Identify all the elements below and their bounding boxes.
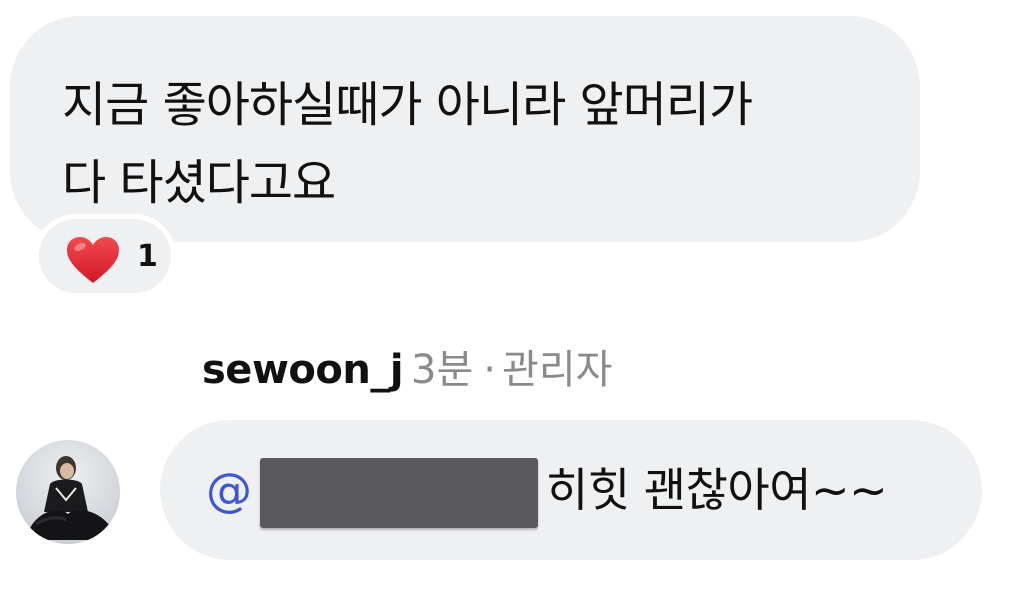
reply-bubble[interactable]: @ 히힛 괜찮아여~~	[160, 420, 982, 560]
redacted-username-block	[260, 458, 538, 528]
mention-prefix[interactable]: @	[206, 456, 252, 524]
comment-thread: 지금 좋아하실때가 아니라 앞머리가 다 타셨다고요 1 sewoon_j 3분 ·…	[0, 0, 1024, 614]
avatar-image	[16, 440, 120, 544]
reaction-count: 1	[137, 239, 158, 274]
comment-bubble[interactable]: 지금 좋아하실때가 아니라 앞머리가 다 타셨다고요	[10, 16, 920, 242]
reply-timestamp: 3분	[411, 347, 474, 393]
reply-meta: sewoon_j 3분 · 관리자	[202, 340, 612, 400]
reply-role-badge: 관리자	[502, 347, 613, 393]
heart-icon	[67, 237, 119, 283]
reply-text: 히힛 괜찮아여~~	[546, 463, 888, 517]
meta-separator: ·	[483, 347, 497, 393]
comment-text: 지금 좋아하실때가 아니라 앞머리가 다 타셨다고요	[62, 77, 753, 211]
user-avatar[interactable]	[16, 440, 120, 544]
reply-username[interactable]: sewoon_j	[202, 347, 404, 393]
reaction-pill[interactable]: 1	[34, 214, 176, 298]
